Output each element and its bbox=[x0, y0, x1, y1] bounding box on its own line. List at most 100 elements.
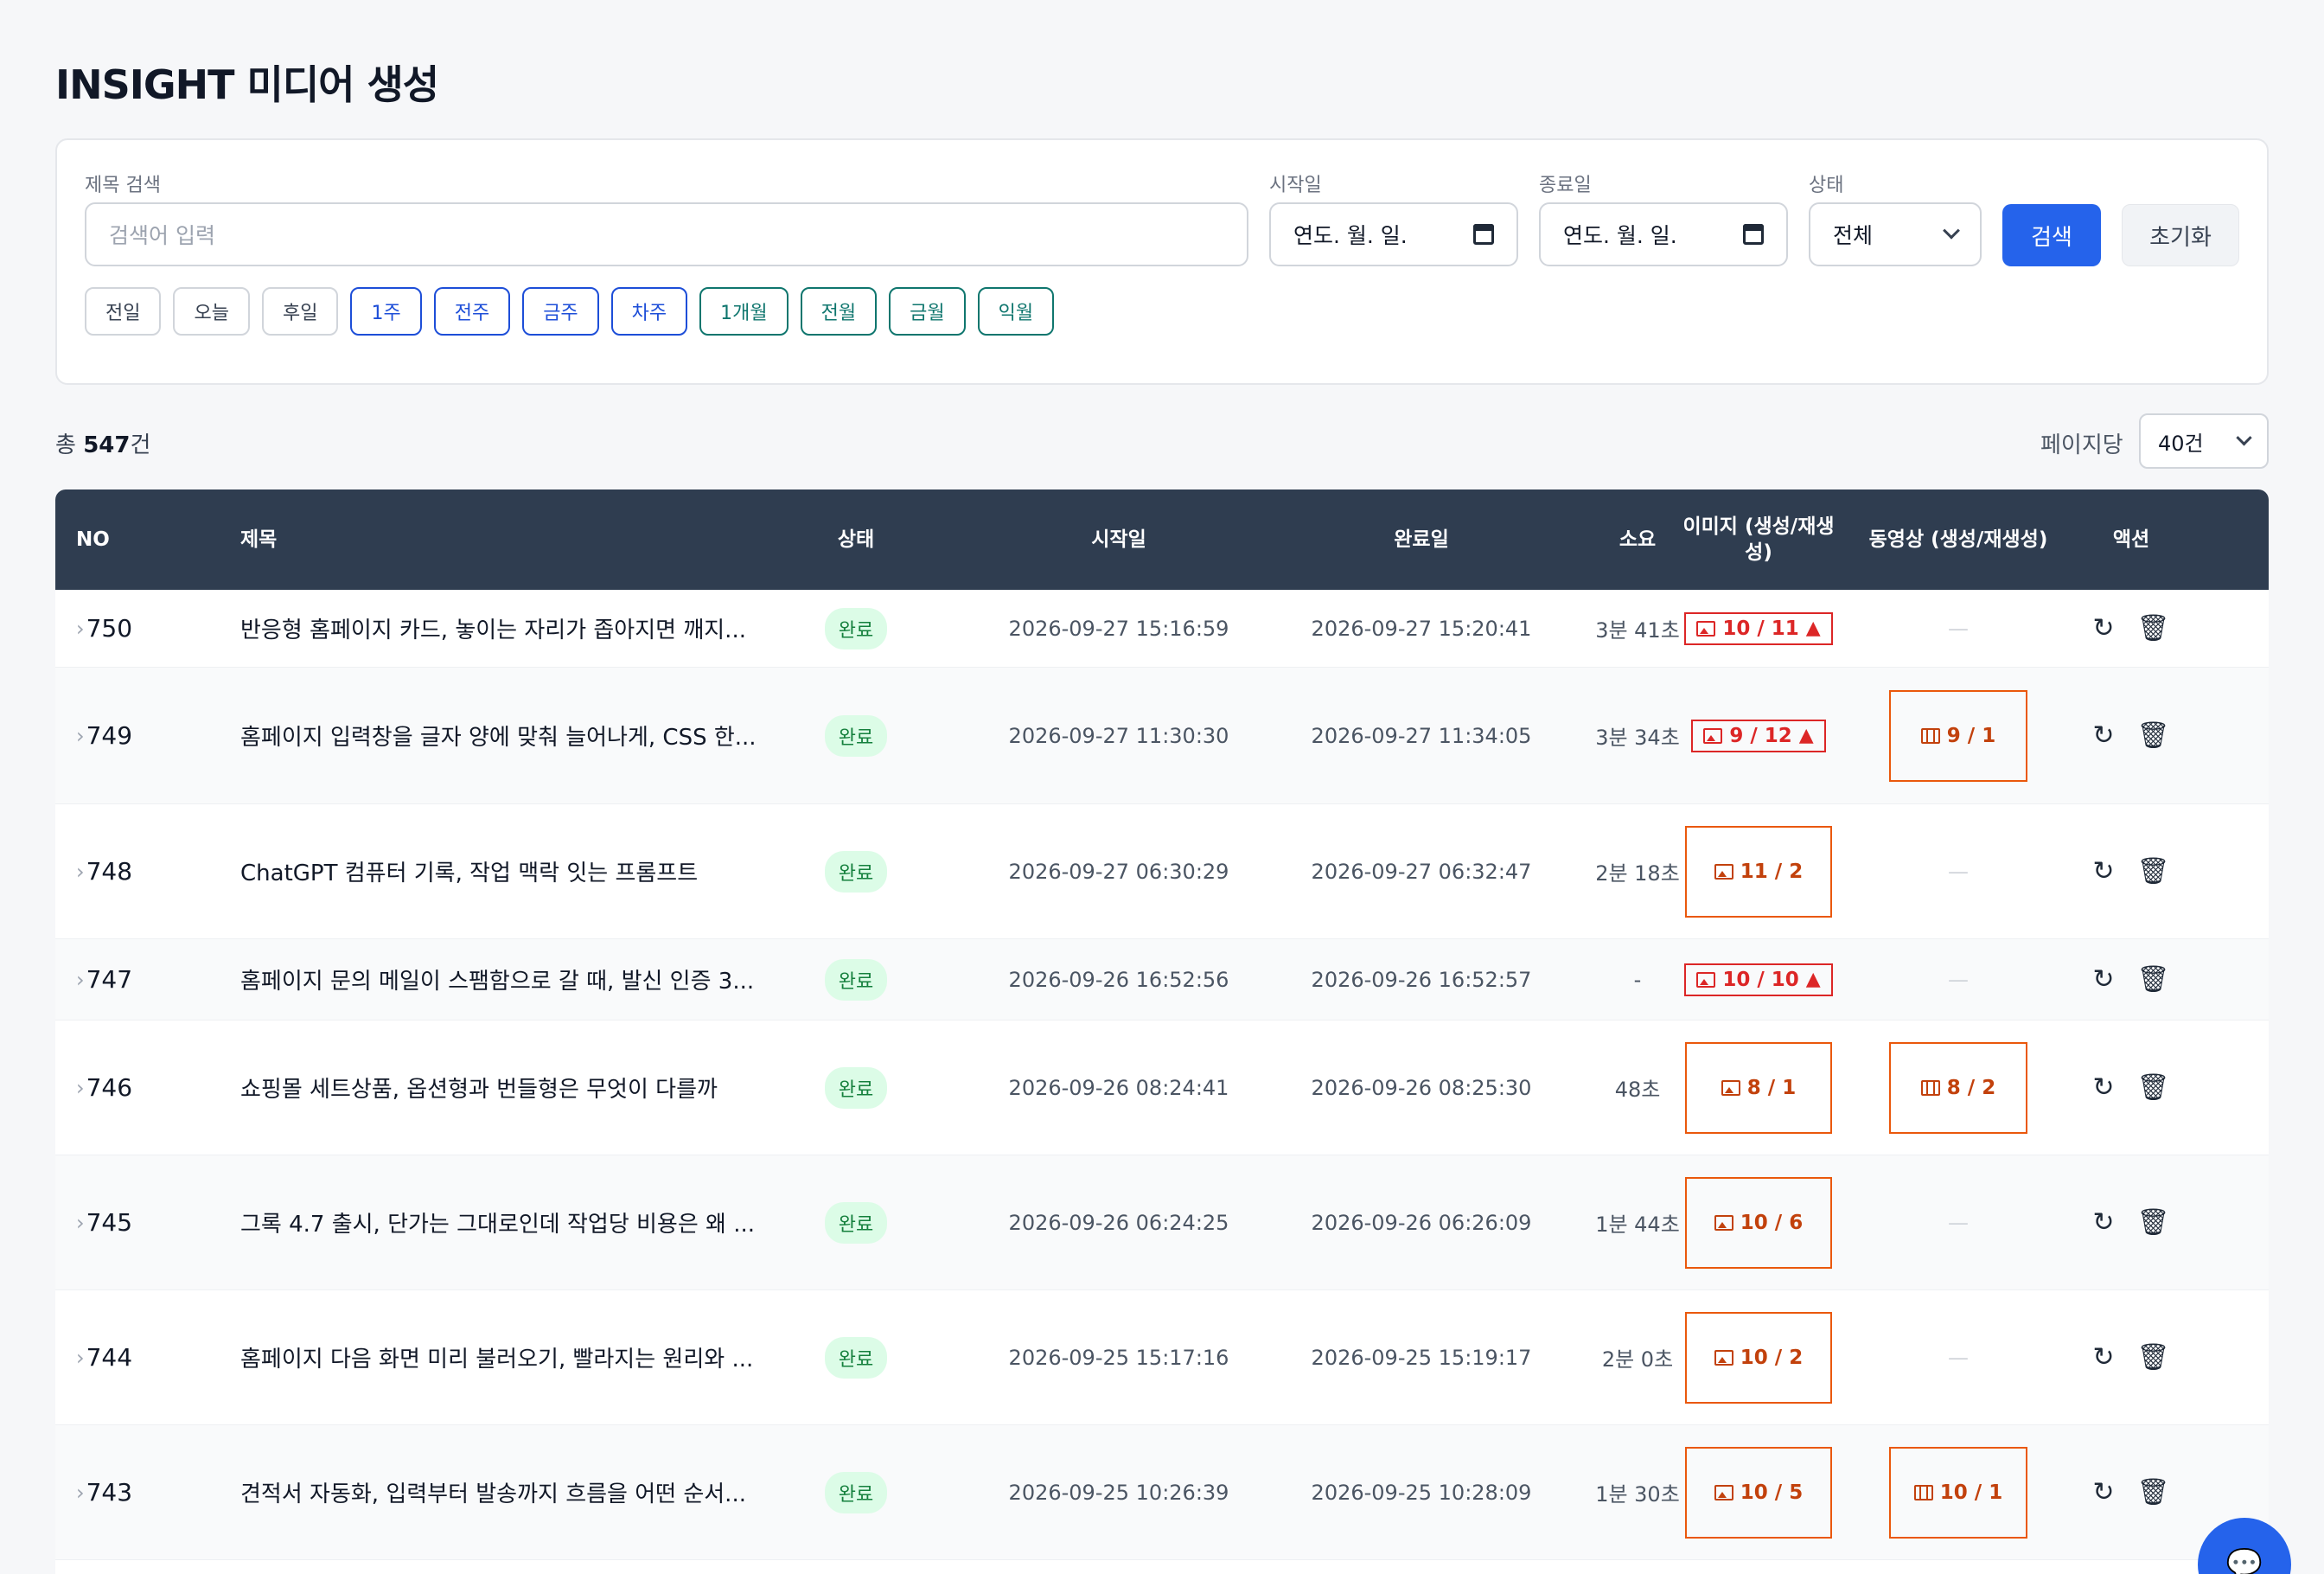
quick-date-range-buttons: 전일 오늘 후일 1주 전주 금주 차주 1개월 전월 금월 익월 bbox=[85, 287, 1055, 336]
th-status: 상태 bbox=[837, 528, 875, 551]
warning-icon: ▲ bbox=[1798, 724, 1814, 746]
trash-icon[interactable]: 🗑 bbox=[2137, 964, 2170, 995]
row-title[interactable]: ChatGPT 컴퓨터 기록, 작업 맥락 잇는 프롬프트 bbox=[240, 804, 768, 938]
chevron-right-icon[interactable]: › bbox=[76, 968, 85, 992]
image-icon bbox=[1714, 1349, 1733, 1366]
warning-icon: ▲ bbox=[1805, 617, 1821, 639]
video-count-badge[interactable]: 8 / 2 bbox=[1889, 1041, 2027, 1134]
row-title[interactable]: 홈페이지 다음 화면 미리 불러오기, 빨라지는 원리와 ... bbox=[240, 1290, 768, 1424]
row-title[interactable]: 홈페이지 입력창을 글자 양에 맞춰 늘어나게, CSS 한... bbox=[240, 668, 768, 803]
th-image: 이미지 (생성/재생성) bbox=[1682, 515, 1835, 564]
chevron-right-icon[interactable]: › bbox=[76, 724, 85, 748]
row-title[interactable]: 견적서 자동화, 입력부터 발송까지 흐름을 어떤 순서... bbox=[240, 1425, 768, 1559]
row-title[interactable]: 쇼핑몰 세트상품, 옵션형과 번들형은 무엇이 다를까 bbox=[240, 1021, 768, 1155]
row-number[interactable]: › 743 bbox=[76, 1425, 132, 1559]
row-start-date: 2026-09-25 15:17:16 bbox=[1008, 1345, 1229, 1370]
row-number[interactable]: › 748 bbox=[76, 804, 132, 938]
reset-button[interactable]: 초기화 bbox=[2122, 204, 2239, 266]
trash-icon[interactable]: 🗑 bbox=[2137, 1342, 2170, 1372]
quick-range-button[interactable]: 금주 bbox=[522, 287, 599, 336]
row-number[interactable]: › 746 bbox=[76, 1021, 132, 1155]
refresh-icon[interactable]: ↻ bbox=[2092, 856, 2114, 886]
row-end-date: 2026-09-25 15:19:17 bbox=[1311, 1345, 1532, 1370]
quick-range-button[interactable]: 익월 bbox=[977, 287, 1055, 336]
image-icon bbox=[1696, 620, 1716, 637]
table-row[interactable]: › 750 반응형 홈페이지 카드, 놓이는 자리가 좁아지면 깨지... 완료 202… bbox=[55, 590, 2269, 668]
image-count-badge[interactable]: 10 / 2 bbox=[1685, 1311, 1832, 1404]
table-row[interactable]: › 744 홈페이지 다음 화면 미리 불러오기, 빨라지는 원리와 ... 완료 20… bbox=[55, 1290, 2269, 1425]
table-row[interactable]: › 743 견적서 자동화, 입력부터 발송까지 흐름을 어떤 순서... 완료 202… bbox=[55, 1425, 2269, 1560]
video-count-badge[interactable]: 9 / 1 bbox=[1889, 689, 2027, 782]
quick-range-button[interactable]: 1개월 bbox=[699, 287, 788, 336]
chevron-right-icon[interactable]: › bbox=[76, 1076, 85, 1100]
refresh-icon[interactable]: ↻ bbox=[2092, 613, 2114, 643]
image-count-badge[interactable]: 10 / 10 ▲ bbox=[1684, 963, 1833, 996]
image-count-badge[interactable]: 9 / 12 ▲ bbox=[1691, 719, 1826, 752]
refresh-icon[interactable]: ↻ bbox=[2092, 720, 2114, 751]
video-empty: — bbox=[1948, 859, 1969, 884]
chevron-right-icon[interactable]: › bbox=[76, 617, 85, 641]
search-button[interactable]: 검색 bbox=[2002, 204, 2101, 266]
row-start-date: 2026-09-27 06:30:29 bbox=[1008, 859, 1229, 884]
row-start-date: 2026-09-27 11:30:30 bbox=[1008, 723, 1229, 748]
chevron-right-icon[interactable]: › bbox=[76, 1346, 85, 1370]
table-row[interactable]: › 745 그록 4.7 출시, 단가는 그대로인데 작업당 비용은 왜 ... 완료… bbox=[55, 1155, 2269, 1290]
row-title[interactable]: 홈페이지 문의 메일이 스팸함으로 갈 때, 발신 인증 3... bbox=[240, 939, 768, 1020]
calendar-icon[interactable] bbox=[1473, 224, 1494, 245]
table-row[interactable]: › 746 쇼핑몰 세트상품, 옵션형과 번들형은 무엇이 다를까 완료 2026-09… bbox=[55, 1021, 2269, 1155]
row-number-text: 748 bbox=[86, 857, 133, 886]
row-number[interactable]: › 750 bbox=[76, 590, 132, 667]
table-row[interactable]: › 747 홈페이지 문의 메일이 스팸함으로 갈 때, 발신 인증 3... 완료 2… bbox=[55, 939, 2269, 1021]
trash-icon[interactable]: 🗑 bbox=[2137, 720, 2170, 751]
refresh-icon[interactable]: ↻ bbox=[2092, 1477, 2114, 1507]
quick-range-button[interactable]: 후일 bbox=[261, 287, 339, 336]
status-label: 상태 bbox=[1809, 175, 1844, 196]
refresh-icon[interactable]: ↻ bbox=[2092, 964, 2114, 995]
quick-range-button[interactable]: 차주 bbox=[610, 287, 688, 336]
trash-icon[interactable]: 🗑 bbox=[2137, 1477, 2170, 1507]
row-title[interactable]: 그록 4.7 출시, 단가는 그대로인데 작업당 비용은 왜 ... bbox=[240, 1155, 768, 1289]
trash-icon[interactable]: 🗑 bbox=[2137, 1207, 2170, 1238]
row-end-date: 2026-09-26 16:52:57 bbox=[1311, 967, 1532, 992]
refresh-icon[interactable]: ↻ bbox=[2092, 1207, 2114, 1238]
row-end-date: 2026-09-25 10:28:09 bbox=[1311, 1480, 1532, 1505]
image-count-badge[interactable]: 10 / 6 bbox=[1685, 1176, 1832, 1269]
refresh-icon[interactable]: ↻ bbox=[2092, 1072, 2114, 1103]
quick-range-button[interactable]: 오늘 bbox=[173, 287, 250, 336]
row-title[interactable]: 반응형 홈페이지 카드, 놓이는 자리가 좁아지면 깨지... bbox=[240, 590, 768, 667]
chevron-right-icon[interactable]: › bbox=[76, 1481, 85, 1505]
row-number-text: 745 bbox=[86, 1208, 133, 1237]
row-number[interactable]: › 749 bbox=[76, 668, 132, 803]
image-count-badge[interactable]: 11 / 2 bbox=[1685, 825, 1832, 918]
image-count: 10 / 11 bbox=[1722, 617, 1799, 640]
video-count-badge[interactable]: 10 / 1 bbox=[1889, 1446, 2027, 1539]
film-icon bbox=[1913, 1484, 1933, 1500]
row-number[interactable]: › 747 bbox=[76, 939, 132, 1020]
trash-icon[interactable]: 🗑 bbox=[2137, 613, 2170, 643]
quick-range-button[interactable]: 전일 bbox=[85, 287, 162, 336]
th-title: 제목 bbox=[240, 528, 278, 551]
status-select[interactable]: 전체 bbox=[1809, 202, 1982, 266]
start-date-input[interactable]: 연도. 월. 일. bbox=[1269, 202, 1518, 266]
end-date-input[interactable]: 연도. 월. 일. bbox=[1539, 202, 1788, 266]
row-number[interactable]: › 745 bbox=[76, 1155, 132, 1289]
quick-range-button[interactable]: 금월 bbox=[889, 287, 966, 336]
title-search-input[interactable]: 검색어 입력 bbox=[85, 202, 1248, 266]
refresh-icon[interactable]: ↻ bbox=[2092, 1342, 2114, 1372]
calendar-icon[interactable] bbox=[1743, 224, 1764, 245]
quick-range-button[interactable]: 전주 bbox=[433, 287, 511, 336]
quick-range-button[interactable]: 전월 bbox=[800, 287, 878, 336]
trash-icon[interactable]: 🗑 bbox=[2137, 856, 2170, 886]
table-row[interactable]: › 749 홈페이지 입력창을 글자 양에 맞춰 늘어나게, CSS 한... 완료 2… bbox=[55, 668, 2269, 804]
image-count-badge[interactable]: 10 / 11 ▲ bbox=[1684, 611, 1833, 645]
image-icon bbox=[1703, 727, 1723, 744]
chevron-right-icon[interactable]: › bbox=[76, 1211, 85, 1235]
image-count-badge[interactable]: 8 / 1 bbox=[1685, 1041, 1832, 1134]
trash-icon[interactable]: 🗑 bbox=[2137, 1072, 2170, 1103]
table-row[interactable]: › 748 ChatGPT 컴퓨터 기록, 작업 맥락 잇는 프롬프트 완료 2026-… bbox=[55, 804, 2269, 939]
quick-range-button[interactable]: 1주 bbox=[350, 287, 422, 336]
per-page-select[interactable]: 40건 bbox=[2139, 413, 2269, 469]
row-number[interactable]: › 744 bbox=[76, 1290, 132, 1424]
chevron-right-icon[interactable]: › bbox=[76, 860, 85, 884]
image-count-badge[interactable]: 10 / 5 bbox=[1685, 1446, 1832, 1539]
